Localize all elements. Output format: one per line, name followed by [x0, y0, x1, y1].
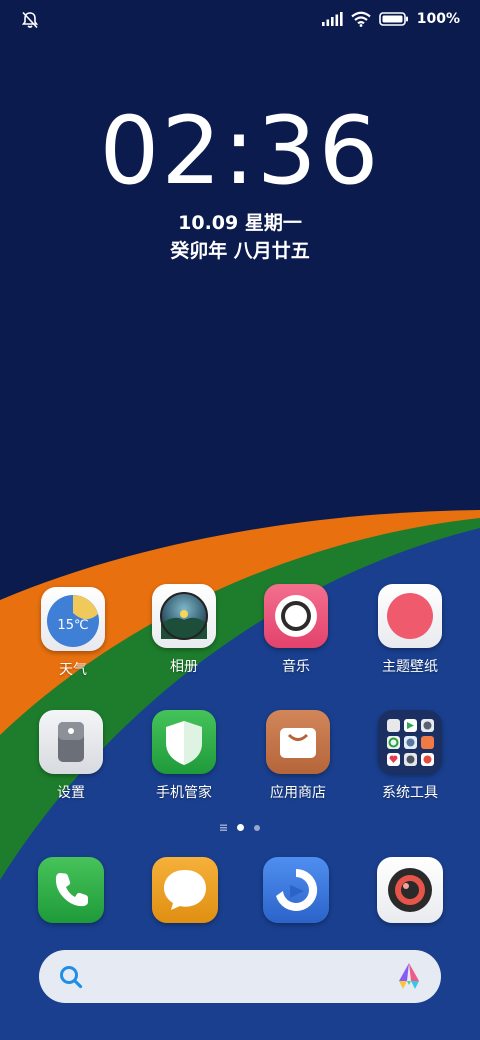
app-folder-tools[interactable]: 系统工具	[355, 710, 465, 802]
weather-temperature: 15℃	[57, 618, 88, 633]
app-weather[interactable]: 15℃ 天气	[18, 587, 128, 679]
feed-page-icon[interactable]	[220, 824, 227, 831]
messages-icon	[152, 857, 218, 923]
signal-icon	[321, 12, 343, 26]
app-label-tools: 系统工具	[382, 785, 438, 801]
lunar-date-text: 癸卯年 八月廿五	[170, 240, 310, 262]
battery-percentage: 100%	[416, 11, 460, 27]
app-label-weather: 天气	[59, 662, 87, 678]
camera-icon	[377, 857, 443, 923]
page-dot-2[interactable]	[254, 824, 260, 831]
assistant-icon[interactable]	[393, 961, 425, 991]
app-security[interactable]: 手机管家	[129, 710, 239, 802]
app-label-appstore: 应用商店	[270, 785, 326, 801]
dock-camera[interactable]	[377, 857, 443, 923]
folder-icon	[378, 710, 442, 774]
date-text: 10.09 星期一	[178, 212, 302, 234]
app-label-gallery: 相册	[170, 659, 198, 675]
shield-icon	[152, 710, 216, 774]
app-label-themes: 主题壁纸	[382, 659, 438, 675]
app-label-music: 音乐	[282, 659, 310, 675]
search-bar[interactable]	[39, 950, 441, 1003]
gallery-icon	[152, 584, 216, 648]
status-bar: 100%	[0, 0, 480, 42]
phone-icon	[38, 857, 104, 923]
settings-icon	[39, 710, 103, 774]
weather-icon: 15℃	[41, 587, 105, 651]
search-icon[interactable]	[58, 964, 84, 990]
app-appstore[interactable]: 应用商店	[243, 710, 353, 802]
dock-browser[interactable]	[263, 857, 329, 923]
app-gallery[interactable]: 相册	[129, 584, 239, 676]
app-themes[interactable]: 主题壁纸	[355, 584, 465, 676]
themes-icon	[378, 584, 442, 648]
battery-icon	[378, 12, 408, 26]
app-settings[interactable]: 设置	[16, 710, 126, 802]
page-dot-1[interactable]	[237, 824, 244, 831]
page-indicator[interactable]	[0, 824, 480, 831]
dock-phone[interactable]	[38, 857, 104, 923]
music-icon	[264, 584, 328, 648]
clock-time[interactable]: 02:36	[0, 100, 480, 204]
app-label-security: 手机管家	[156, 785, 212, 801]
home-screen: 100% 02:36 10.09 星期一 癸卯年 八月廿五 15℃ 天气 相册 …	[0, 0, 480, 1040]
bell-off-icon	[21, 11, 39, 29]
dock-messages[interactable]	[152, 857, 218, 923]
appstore-bag-icon	[266, 710, 330, 774]
app-label-settings: 设置	[57, 785, 85, 801]
app-music[interactable]: 音乐	[241, 584, 351, 676]
browser-icon	[263, 857, 329, 923]
wifi-icon	[351, 11, 371, 27]
